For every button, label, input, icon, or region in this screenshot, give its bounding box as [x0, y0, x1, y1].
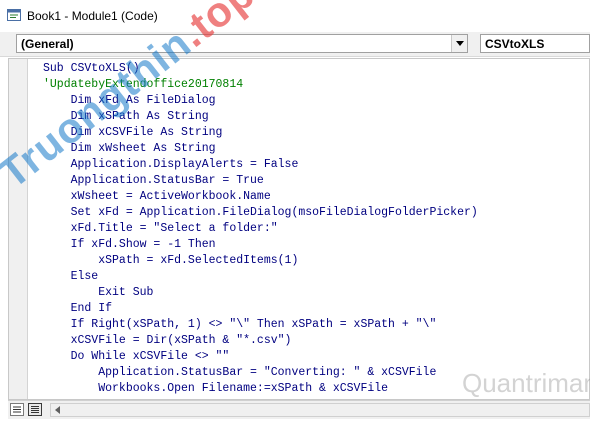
- window-title: Book1 - Module1 (Code): [27, 9, 158, 23]
- full-module-view-icon: [31, 406, 39, 413]
- code-window-toolbar: (General) CSVtoXLS: [0, 32, 590, 57]
- scroll-left-arrow-icon: [55, 406, 60, 414]
- code-line[interactable]: Set xFd = Application.FileDialog(msoFile…: [43, 205, 583, 221]
- code-line[interactable]: xSPath = xFd.SelectedItems(1): [43, 253, 583, 269]
- horizontal-scrollbar[interactable]: [50, 403, 590, 417]
- scroll-left-button[interactable]: [51, 404, 65, 416]
- code-line[interactable]: xWsheet = ActiveWorkbook.Name: [43, 189, 583, 205]
- code-line[interactable]: Dim xCSVFile As String: [43, 125, 583, 141]
- code-line[interactable]: If Right(xSPath, 1) <> "\" Then xSPath =…: [43, 317, 583, 333]
- margin-indicator-bar[interactable]: [9, 59, 28, 399]
- title-bar: Book1 - Module1 (Code): [0, 0, 590, 33]
- chevron-down-icon: [456, 41, 464, 46]
- object-combo-dropdown-button[interactable]: [451, 35, 467, 52]
- excel-vba-icon: [7, 8, 21, 22]
- object-combo[interactable]: (General): [16, 34, 468, 53]
- code-line[interactable]: Application.StatusBar = True: [43, 173, 583, 189]
- code-line[interactable]: Dim xWsheet As String: [43, 141, 583, 157]
- code-line[interactable]: Application.DisplayAlerts = False: [43, 157, 583, 173]
- watermark-right: Quantrimang: [462, 368, 590, 398]
- editor-bottom-bar: [8, 400, 590, 419]
- code-line[interactable]: Do While xCSVFile <> "": [43, 349, 583, 365]
- code-line[interactable]: Else: [43, 269, 583, 285]
- full-module-view-button[interactable]: [28, 403, 42, 416]
- procedure-view-button[interactable]: [10, 403, 24, 416]
- object-combo-value: (General): [21, 37, 74, 51]
- procedure-view-icon: [13, 406, 21, 413]
- vba-code-window: Book1 - Module1 (Code) (General) CSVtoXL…: [0, 0, 590, 425]
- procedure-combo-value: CSVtoXLS: [485, 37, 545, 51]
- code-line[interactable]: xFd.Title = "Select a folder:": [43, 221, 583, 237]
- code-line[interactable]: If xFd.Show = -1 Then: [43, 237, 583, 253]
- code-line[interactable]: Exit Sub: [43, 285, 583, 301]
- code-line[interactable]: End If: [43, 301, 583, 317]
- code-line[interactable]: xCSVFile = Dir(xSPath & "*.csv"): [43, 333, 583, 349]
- procedure-combo[interactable]: CSVtoXLS: [480, 34, 590, 53]
